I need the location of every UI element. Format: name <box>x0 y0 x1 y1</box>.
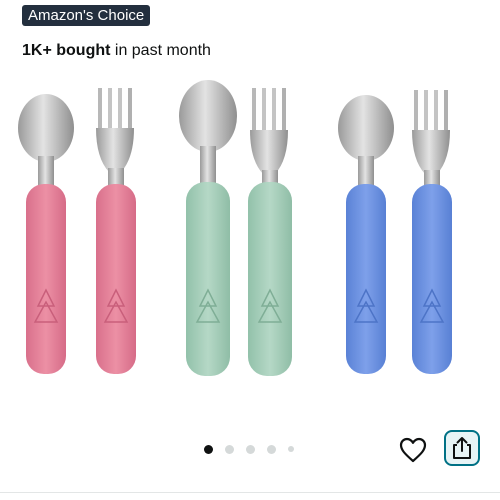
blue-fork <box>412 90 452 374</box>
favorite-button[interactable] <box>396 433 430 467</box>
bought-count-text: 1K+ bought in past month <box>22 42 211 60</box>
blue-spoon <box>338 95 394 374</box>
bought-suffix: in past month <box>110 42 211 59</box>
pink-fork <box>96 88 136 374</box>
carousel-dot-4[interactable] <box>267 444 276 454</box>
share-icon <box>453 437 471 459</box>
sage-fork <box>248 88 292 376</box>
carousel-dot-3[interactable] <box>246 444 255 454</box>
pink-spoon <box>18 94 74 374</box>
share-button[interactable] <box>444 430 480 466</box>
divider <box>0 492 500 493</box>
product-image[interactable] <box>0 70 500 410</box>
bought-count: 1K+ bought <box>22 42 111 59</box>
sage-spoon <box>179 80 237 376</box>
carousel-dot-5[interactable] <box>288 446 294 452</box>
carousel-dots[interactable] <box>204 442 306 456</box>
heart-icon <box>399 437 427 463</box>
carousel-dot-1[interactable] <box>204 444 213 454</box>
carousel-dot-2[interactable] <box>225 444 234 454</box>
amazons-choice-badge[interactable]: Amazon's Choice <box>22 5 151 26</box>
